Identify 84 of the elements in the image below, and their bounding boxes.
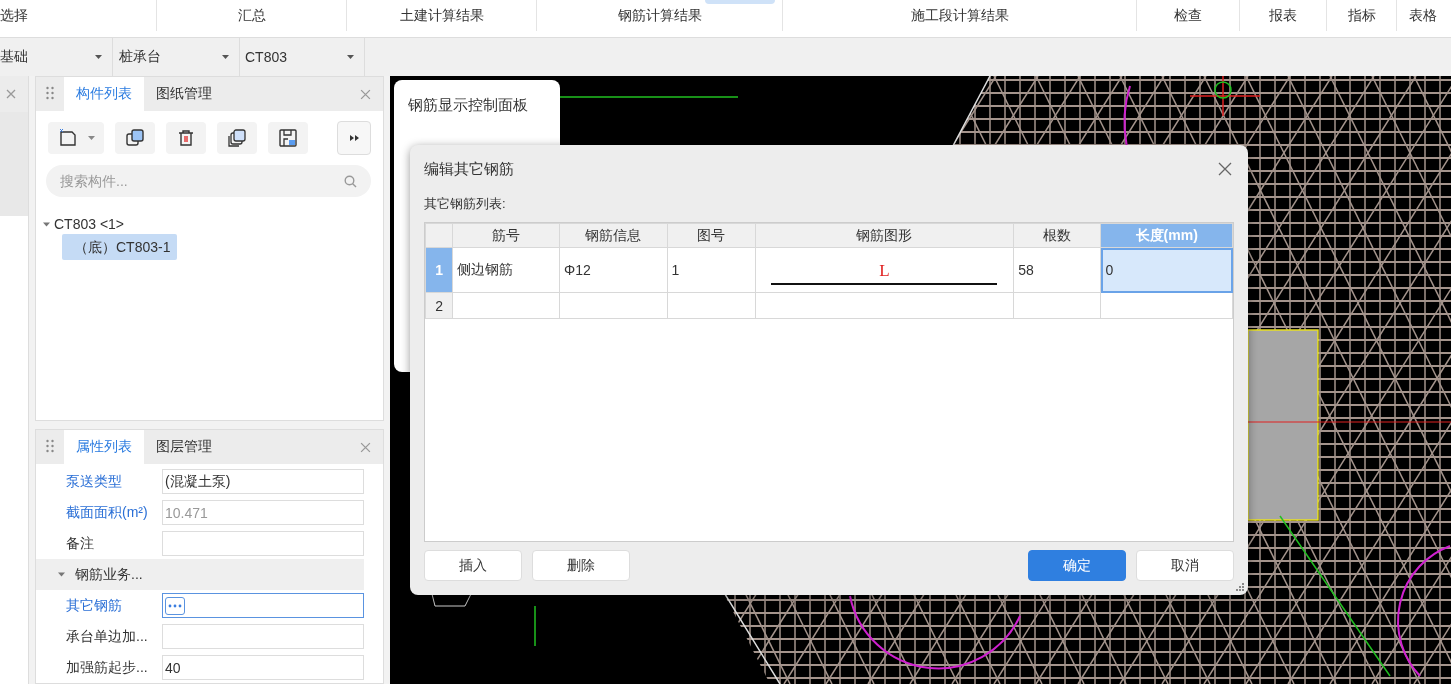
ribbon-group-label: 选择 (0, 7, 28, 25)
search-icon (344, 175, 357, 188)
table-cell[interactable]: 1 (667, 247, 756, 293)
new-component-button[interactable] (48, 122, 104, 154)
property-group-header[interactable]: 钢筋业务... (36, 559, 364, 590)
table-cell[interactable] (559, 292, 668, 319)
table-cell[interactable] (1013, 292, 1101, 319)
panel-tab[interactable]: 属性列表 (64, 430, 144, 464)
caret-icon (95, 55, 102, 59)
ribbon-group-label: 指标 (1347, 7, 1376, 25)
rebar-shape-drawing: L (771, 255, 998, 285)
copy-to-button[interactable] (217, 122, 257, 154)
copy-icon (125, 128, 145, 148)
table-cell[interactable] (755, 292, 1014, 319)
dialog-button[interactable]: 删除 (532, 550, 630, 581)
ribbon-group-label: 钢筋计算结果 (617, 7, 702, 25)
row-number-cell[interactable]: 2 (425, 292, 453, 319)
table-cell[interactable]: 58 (1013, 247, 1101, 293)
property-value-field[interactable]: (混凝土泵) (162, 469, 364, 494)
copy-button[interactable] (115, 122, 155, 154)
trash-icon (176, 128, 196, 148)
tree-item[interactable]: CT803 <1> (54, 212, 131, 236)
crosshair-icon (1189, 76, 1261, 117)
panel-tab[interactable]: 图纸管理 (144, 77, 224, 111)
panel-tab[interactable]: 图层管理 (144, 430, 224, 464)
more-dots-icon (168, 603, 182, 608)
property-label: 备注 (66, 534, 95, 553)
collapse-triangle-icon (58, 571, 65, 578)
panel-tab[interactable]: 构件列表 (64, 77, 144, 111)
caret-icon (347, 55, 354, 59)
tree-item[interactable]: （底）CT803-1 (62, 234, 178, 260)
property-label: 截面面积(m²) (66, 503, 149, 522)
ribbon-group-label: 施工段计算结果 (910, 7, 1009, 25)
column-header[interactable]: 钢筋图形 (755, 223, 1014, 248)
dialog-title: 编辑其它钢筋 (424, 159, 514, 179)
collapse-triangle-icon[interactable] (43, 220, 50, 228)
table-cell[interactable] (667, 292, 756, 319)
viewport-canvas[interactable]: 钢筋显示控制面板 编辑其它钢筋 其它钢筋列表: 筋号 钢筋信息 图号 钢筋图形 根数 长度(mm) 1 侧边钢筋 Φ12 1 L 58 0 2 插入 删除 确定 取消 (390, 76, 1451, 684)
property-label: 其它钢筋 (66, 596, 123, 615)
search-field[interactable]: 搜索构件... (46, 165, 371, 197)
ribbon-group-label: 土建计算结果 (399, 7, 484, 25)
ribbon-group-label: 检查 (1174, 7, 1202, 25)
caret-icon (222, 55, 229, 59)
panel-title: 钢筋显示控制面板 (408, 96, 528, 115)
close-icon[interactable] (360, 441, 371, 453)
table-cell[interactable]: Φ12 (559, 247, 668, 293)
list-label: 其它钢筋列表: (424, 195, 507, 213)
dialog-button[interactable]: 确定 (1028, 550, 1126, 581)
dialog-button[interactable]: 插入 (424, 550, 522, 581)
property-label: 泵送类型 (66, 472, 123, 491)
delete-button[interactable] (166, 122, 206, 154)
table-cell[interactable] (1100, 292, 1233, 319)
property-value-field[interactable] (162, 593, 364, 618)
resize-grip-icon[interactable] (1236, 583, 1244, 591)
floppy-icon (278, 128, 298, 148)
save-button[interactable] (268, 122, 308, 154)
property-label: 承台单边加... (66, 627, 149, 646)
dialog-button[interactable]: 取消 (1136, 550, 1234, 581)
caret-icon (87, 136, 95, 140)
more-button[interactable] (337, 121, 371, 155)
document-icon (57, 128, 78, 148)
table-cell[interactable] (452, 292, 560, 319)
property-label: 加强筋起步... (66, 658, 149, 677)
drag-handle-icon[interactable] (46, 86, 54, 102)
table-cell[interactable]: 0 (1100, 247, 1233, 293)
ribbon-group-label: 表格 (1409, 7, 1437, 25)
close-icon[interactable] (360, 88, 371, 100)
stacked-copy-icon (227, 128, 247, 148)
double-arrow-icon (349, 135, 359, 141)
axis-line (534, 605, 536, 647)
column-header[interactable]: 钢筋信息 (559, 223, 668, 248)
column-header[interactable]: 筋号 (452, 223, 560, 248)
table-cell[interactable]: L (755, 247, 1014, 293)
close-icon[interactable] (1218, 162, 1232, 176)
table-cell[interactable]: 侧边钢筋 (452, 247, 560, 293)
ribbon-group-label: 报表 (1269, 7, 1297, 25)
column-header[interactable]: 根数 (1013, 223, 1101, 248)
corner-cell (425, 223, 453, 248)
drag-handle-icon[interactable] (46, 439, 54, 455)
ribbon-group-label: 汇总 (237, 7, 266, 25)
property-value-field[interactable]: 40 (162, 655, 364, 680)
ellipsis-button[interactable] (165, 596, 185, 615)
close-icon[interactable] (6, 89, 16, 99)
column-header[interactable]: 图号 (667, 223, 756, 248)
